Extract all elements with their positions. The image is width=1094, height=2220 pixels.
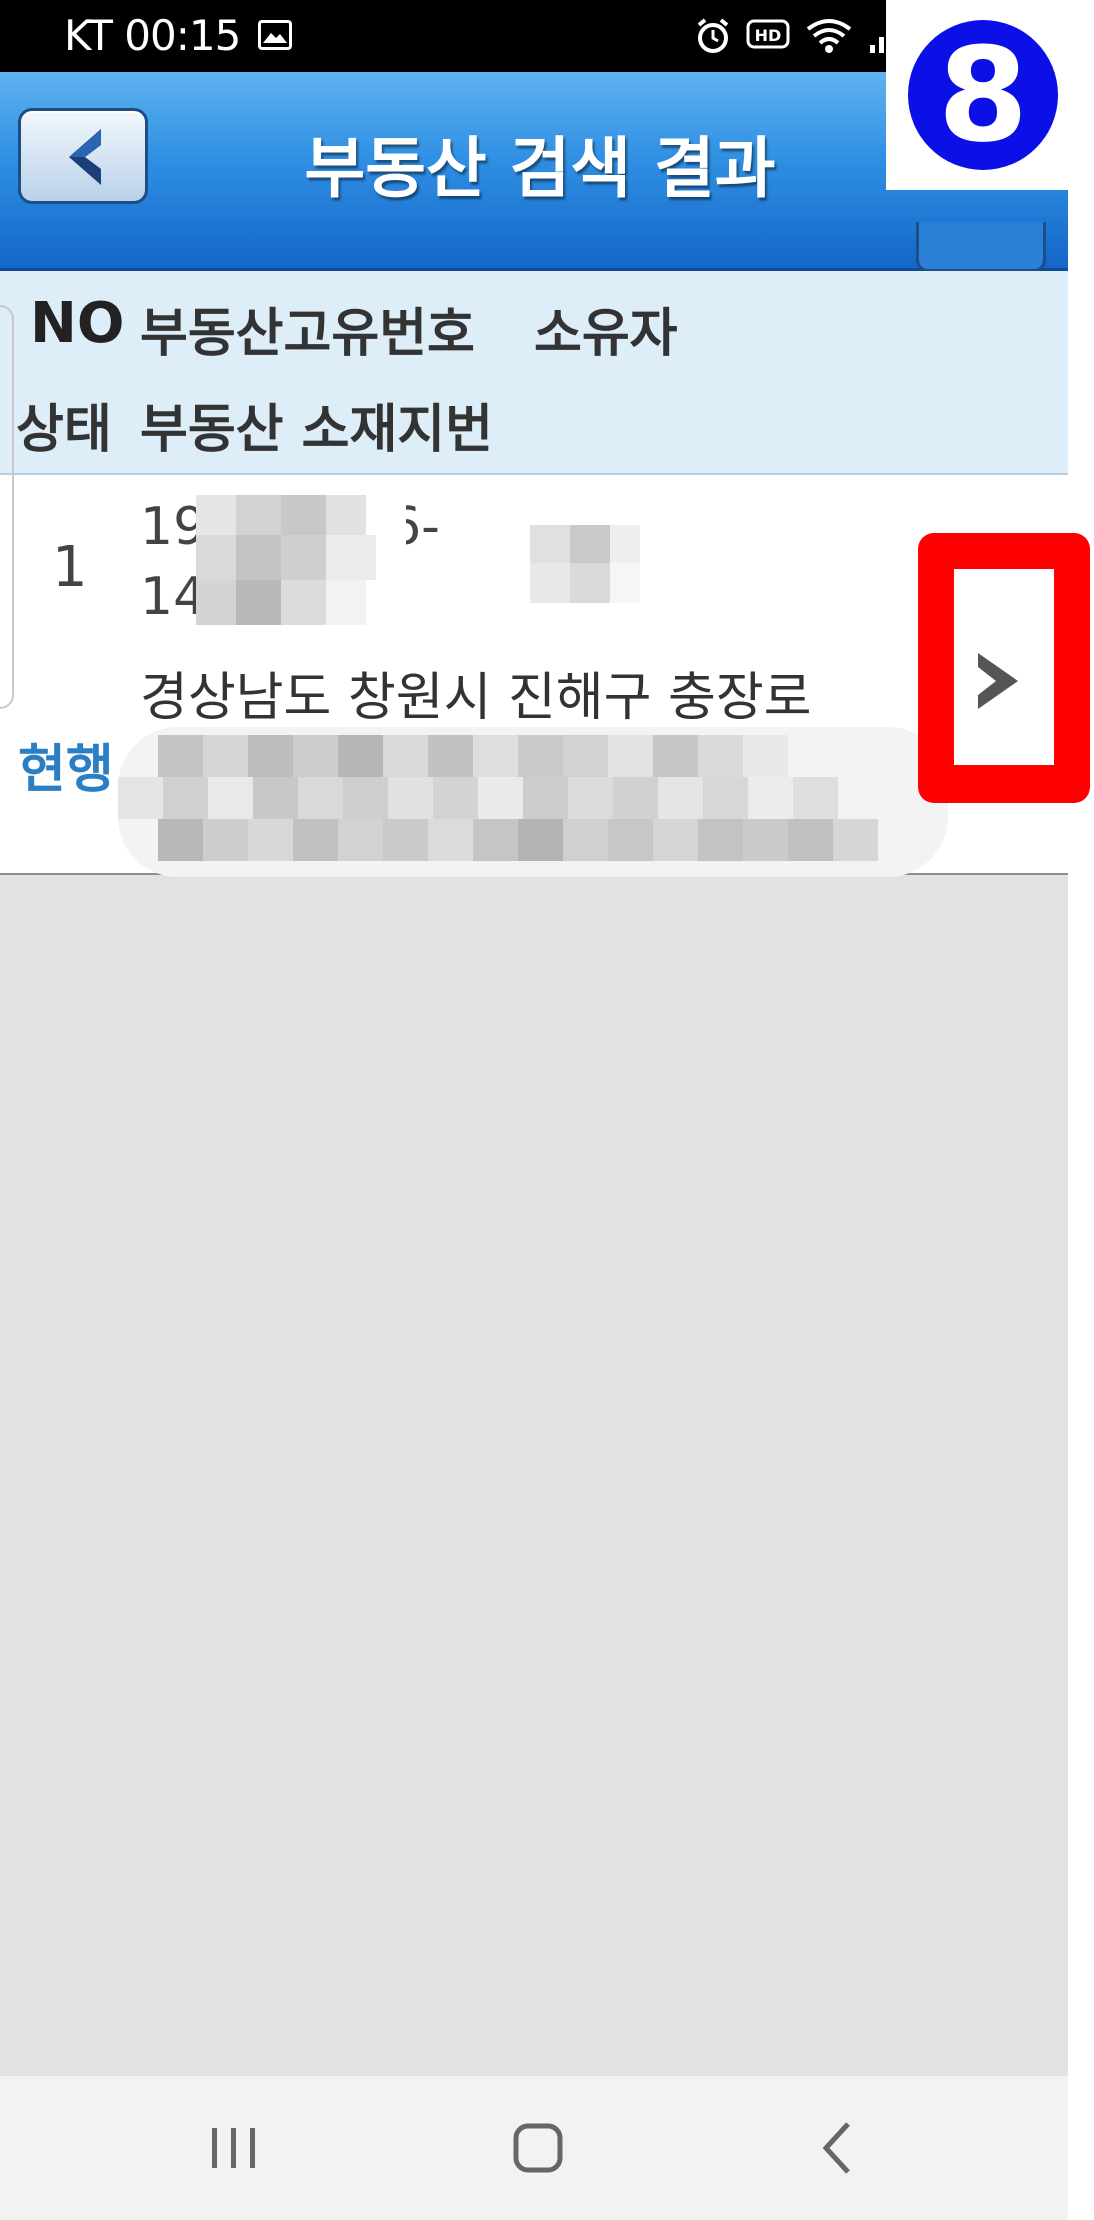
chevron-left-icon <box>69 129 101 185</box>
redacted-unique-number <box>196 495 406 645</box>
system-navigation-bar <box>0 2076 1068 2220</box>
step-number: 8 <box>908 20 1058 170</box>
header-right-button[interactable] <box>916 222 1046 272</box>
right-margin <box>1068 0 1094 2220</box>
hd-icon: HD <box>746 19 790 49</box>
recent-apps-button[interactable] <box>208 2118 260 2182</box>
home-icon <box>513 2123 563 2173</box>
back-button[interactable] <box>18 108 148 204</box>
column-no: NO <box>30 291 125 356</box>
column-address: 부동산 소재지번 <box>140 400 493 460</box>
system-back-button[interactable] <box>818 2118 858 2182</box>
status-carrier-time: KT 00:15 <box>64 11 241 60</box>
redacted-owner <box>530 525 640 605</box>
result-row[interactable]: 1 19 06- 14 경상남도 창원시 진해구 충장로 현행 [ <box>0 305 1068 877</box>
result-address: 경상남도 창원시 진해구 충장로 <box>140 668 812 728</box>
recent-apps-icon <box>212 2128 255 2168</box>
wifi-icon <box>806 19 852 53</box>
column-status: 상태 <box>16 400 112 460</box>
back-arrow-icon <box>822 2122 850 2174</box>
app-screen: KT 00:15 HD 부동산 검색 결과 NO 부동산고유번호 소유자 상태 … <box>0 0 1068 2220</box>
chevron-right-icon <box>978 653 1018 709</box>
gallery-notification-icon <box>258 20 292 50</box>
alarm-icon <box>697 18 729 53</box>
step-badge: 8 <box>886 0 1068 190</box>
redacted-address-detail <box>118 727 948 877</box>
result-status: 현행 <box>18 740 114 800</box>
status-icons: HD <box>694 14 904 58</box>
results-column-header: NO 부동산고유번호 소유자 상태 부동산 소재지번 <box>0 271 1068 475</box>
scroll-edge <box>0 305 14 709</box>
home-button[interactable] <box>508 2118 568 2182</box>
column-unique-number: 부동산고유번호 <box>140 304 475 364</box>
result-no: 1 <box>52 535 88 600</box>
column-owner: 소유자 <box>534 304 678 364</box>
detail-arrow-button-highlight[interactable] <box>918 533 1090 803</box>
svg-text:HD: HD <box>755 26 782 45</box>
page-title: 부동산 검색 결과 <box>304 130 776 207</box>
